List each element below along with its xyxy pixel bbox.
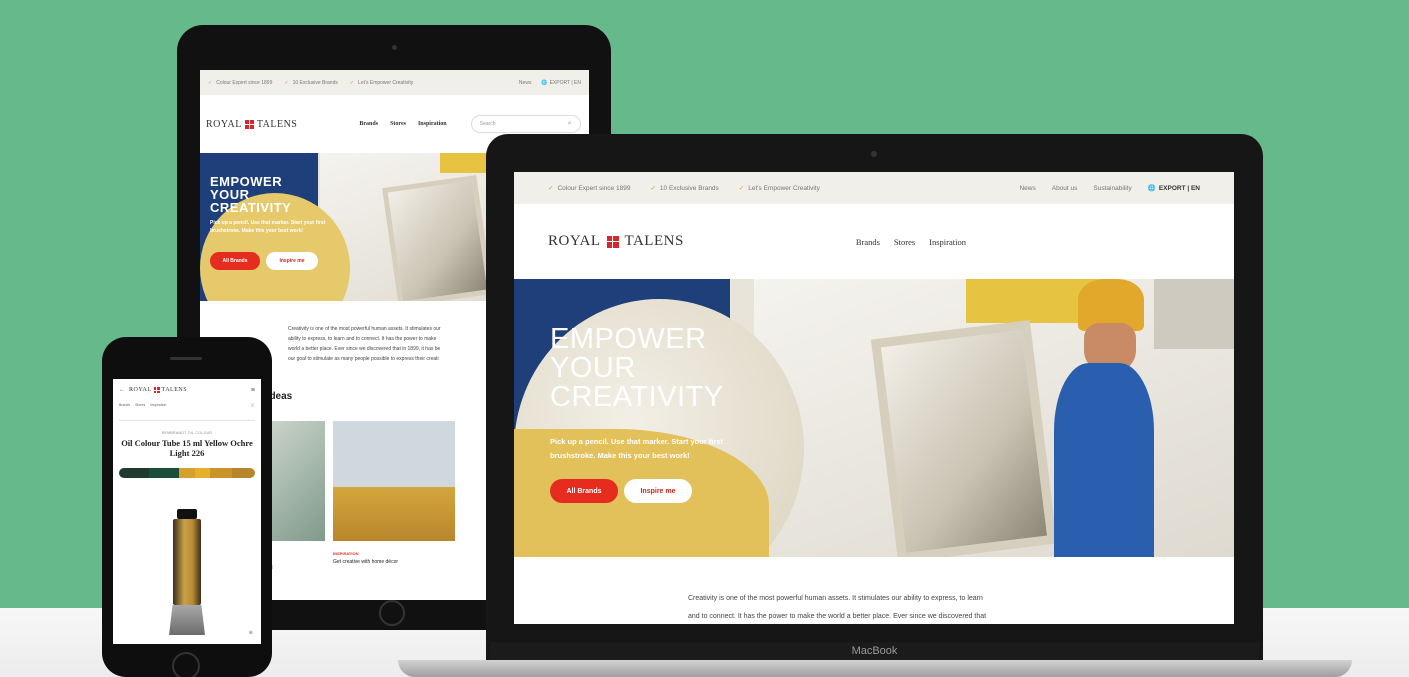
hero-banner: EMPOWER YOUR CREATIVITY Pick up a pencil… (514, 279, 1234, 557)
tube-body (173, 519, 201, 605)
hero-subtitle: Pick up a pencil. Use that marker. Start… (550, 437, 723, 460)
usp-colour-expert: ✓ Colour Expert since 1899 (548, 184, 631, 193)
check-icon: ✓ (548, 185, 554, 192)
royal-talens-mark-icon (244, 119, 254, 129)
color-swatches (119, 468, 255, 478)
check-icon: ✓ (650, 185, 656, 192)
all-brands-button[interactable]: All Brands (550, 479, 618, 503)
royal-talens-mark-icon (153, 387, 160, 393)
usp-exclusive-brands: ✓ 10 Exclusive Brands (650, 184, 719, 193)
laptop-base (398, 660, 1352, 677)
tablet-hero-yellow-panel (440, 153, 490, 173)
tablet-hero-subtitle: Pick up a pencil. Use that marker. Start… (210, 220, 326, 234)
check-icon: ✓ (738, 185, 745, 192)
globe-icon: 🌐 (1147, 185, 1156, 192)
laptop-topbar: ✓ Colour Expert since 1899 ✓ 10 Exclusive … (514, 172, 1234, 204)
phone-logo[interactable]: ROYAL TALENS (129, 387, 187, 393)
check-icon: ✓ (208, 79, 213, 86)
tablet-usp-3: ✓ Let's Empower Creativity (349, 79, 414, 86)
device-label: MacBook (851, 645, 898, 657)
tube-crimp (169, 605, 205, 635)
tablet-news-link[interactable]: News (519, 80, 532, 86)
menu-icon[interactable]: ≡ (251, 387, 255, 394)
tablet-region-selector[interactable]: 🌐 EXPORT | EN (541, 80, 581, 86)
inspire-me-button[interactable]: Inspire me (624, 479, 692, 503)
sustainability-link[interactable]: Sustainability (1093, 185, 1131, 192)
phone-menu: Brands Stores Inspiration 🛒 (113, 401, 261, 409)
check-icon: ✓ (349, 79, 355, 86)
intro-text: Creativity is one of the most powerful h… (688, 595, 987, 620)
phone-search-input[interactable] (119, 413, 255, 421)
tablet-topbar: ✓ Colour Expert since 1899 ✓ 10 Exclusive … (200, 70, 589, 95)
tablet-cards: all ethod INSPIRATION Get creative with … (260, 421, 455, 571)
tablet-all-brands-button[interactable]: All Brands (210, 252, 260, 270)
nav-brands[interactable]: Brands (856, 237, 880, 247)
tablet-usp-2: ✓ 10 Exclusive Brands (284, 79, 338, 86)
usp-empower-creativity: ✓ Let's Empower Creativity (738, 184, 820, 193)
tablet-home-button (379, 600, 405, 626)
product-title: Oil Colour Tube 15 ml Yellow Ochre Light… (121, 438, 253, 458)
tablet-nav-inspiration[interactable]: Inspiration (418, 121, 447, 127)
hero-person (1014, 279, 1154, 557)
royal-talens-mark-icon (606, 235, 619, 248)
nav-inspiration[interactable]: Inspiration (929, 237, 966, 247)
laptop-screen: ✓ Colour Expert since 1899 ✓ 10 Exclusive … (514, 172, 1234, 624)
phone-screen: ← ROYAL TALENS ≡ Brands Stores Inspirati… (113, 379, 261, 644)
tablet-search-input[interactable]: Search ⌕ (470, 115, 581, 133)
tablet-intro-text: Creativity is one of the most powerful h… (288, 326, 441, 362)
tablet-inspire-me-button[interactable]: Inspire me (266, 252, 318, 270)
swatch-5[interactable] (209, 468, 233, 478)
news-link[interactable]: News (1019, 185, 1035, 192)
tube-cap (177, 509, 197, 519)
region-selector[interactable]: 🌐 EXPORT | EN (1147, 184, 1200, 193)
tablet-card-2-image (333, 421, 455, 541)
hero-title: EMPOWER YOUR CREATIVITY (550, 323, 724, 413)
swatch-1[interactable] (119, 468, 150, 478)
tablet-hero-title: EMPOWER YOUR CREATIVITY (210, 174, 292, 215)
hero-grey-panel (1154, 279, 1234, 349)
phone-nav-inspiration[interactable]: Inspiration (150, 403, 166, 407)
phone-nav-stores[interactable]: Stores (135, 403, 145, 407)
search-icon: ⌕ (567, 120, 572, 127)
phone-header: ← ROYAL TALENS ≡ (113, 379, 261, 401)
tablet-usp-1: ✓ Colour Expert since 1899 (208, 79, 273, 86)
tablet-camera (392, 45, 397, 50)
swatch-3[interactable] (179, 468, 195, 478)
globe-icon: 🌐 (541, 79, 548, 86)
nav-stores[interactable]: Stores (894, 237, 915, 247)
swatch-2[interactable] (149, 468, 180, 478)
main-nav-links: Brands Stores Inspiration (856, 237, 966, 247)
laptop-chin: MacBook (490, 642, 1259, 660)
laptop-camera (871, 151, 877, 157)
about-us-link[interactable]: About us (1052, 185, 1078, 192)
site-logo[interactable]: ROYAL TALENS (548, 233, 684, 250)
phone-speaker (170, 357, 202, 360)
tablet-nav-links: Brands Stores Inspiration (359, 121, 446, 127)
laptop-nav: ROYAL TALENS Brands Stores Inspiration (514, 204, 1234, 279)
phone-home-button (172, 652, 200, 677)
tablet-card-2[interactable]: INSPIRATION Get creative with home décor (333, 421, 455, 571)
phone-nav-brands[interactable]: Brands (119, 403, 130, 407)
person-sweater (1054, 363, 1154, 557)
back-arrow-icon[interactable]: ← (119, 387, 125, 393)
tablet-nav-brands[interactable]: Brands (359, 121, 378, 127)
cart-icon[interactable]: 🛒 (251, 403, 255, 407)
zoom-icon[interactable]: ⊕ (249, 630, 253, 636)
tablet-logo[interactable]: ROYAL TALENS (206, 119, 297, 130)
swatch-4[interactable] (194, 468, 210, 478)
check-icon: ✓ (284, 79, 289, 86)
swatch-6[interactable] (232, 468, 255, 478)
tablet-nav-stores[interactable]: Stores (390, 121, 406, 127)
product-tube-image (169, 509, 205, 635)
tablet-hero-canvas (382, 174, 493, 301)
